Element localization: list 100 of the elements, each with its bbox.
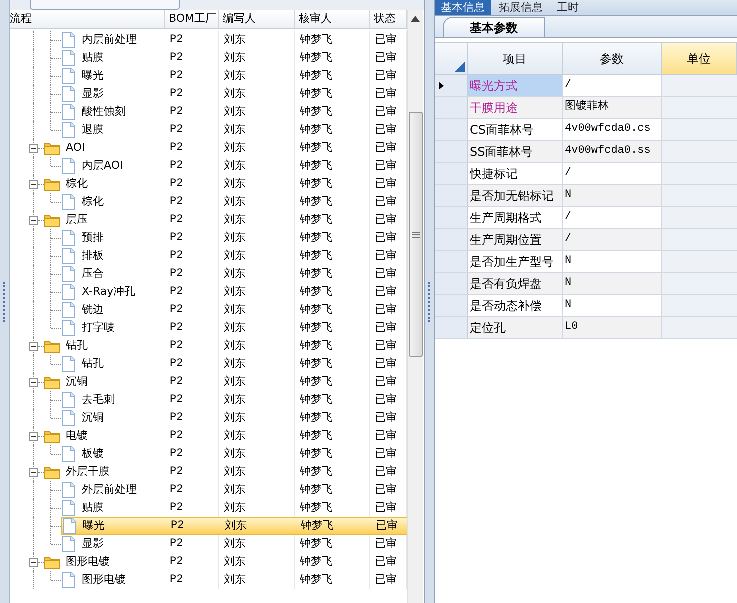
tree-row[interactable]: 压合 P2 刘东 钟梦飞 已审 — [61, 265, 407, 283]
writer-cell-text: 刘东 — [224, 230, 246, 246]
corner-icon[interactable] — [455, 62, 465, 72]
column-header[interactable]: 单位 — [662, 43, 737, 74]
group-label[interactable]: 外层干膜 — [66, 464, 110, 480]
tab[interactable]: 拓展信息 — [493, 0, 549, 15]
reviewer-cell-text: 钟梦飞 — [300, 86, 333, 102]
status-cell-text: 已审 — [375, 266, 397, 282]
top-tab[interactable] — [30, 0, 180, 10]
writer-cell-text: 刘东 — [224, 122, 246, 138]
column-header[interactable]: 编写人 — [219, 10, 295, 28]
status-cell-text: 已审 — [375, 230, 397, 246]
collapse-icon[interactable] — [29, 180, 38, 188]
tree-row[interactable]: X-Ray冲孔 P2 刘东 钟梦飞 已审 — [61, 283, 407, 301]
factory-cell-text: P2 — [170, 194, 184, 210]
status-cell-text: 已审 — [375, 302, 397, 318]
folder-icon — [44, 429, 60, 443]
status-cell-text: 已审 — [375, 374, 397, 390]
reviewer-cell-text: 钟梦飞 — [300, 500, 333, 516]
item-cell: SS面菲林号 — [468, 141, 563, 162]
column-header[interactable]: 核审人 — [295, 10, 370, 28]
reviewer-cell-text: 钟梦飞 — [300, 392, 333, 408]
reviewer-cell-text: 钟梦飞 — [300, 428, 333, 444]
reviewer-cell-text: 钟梦飞 — [300, 104, 333, 120]
group-label[interactable]: 钻孔 — [66, 338, 88, 354]
tree-row[interactable]: 打字唛 P2 刘东 钟梦飞 已审 — [61, 319, 407, 337]
scrollbar[interactable] — [407, 10, 423, 603]
column-header[interactable]: 流程 — [10, 10, 165, 28]
writer-cell-text: 刘东 — [224, 158, 246, 174]
tree-row[interactable]: 曝光 P2 刘东 钟梦飞 已审 — [61, 67, 407, 85]
reviewer-cell-text: 钟梦飞 — [300, 536, 333, 552]
collapse-icon[interactable] — [29, 558, 38, 566]
tree-row[interactable]: 酸性蚀刻 P2 刘东 钟梦飞 已审 — [61, 103, 407, 121]
status-cell-text: 已审 — [375, 482, 397, 498]
step-label: 图形电镀 — [82, 572, 126, 588]
tree-row[interactable]: 退膜 P2 刘东 钟梦飞 已审 — [61, 121, 407, 139]
item-cell: 是否加生产型号 — [468, 251, 563, 272]
writer-cell: 刘东 — [225, 518, 247, 534]
group-label[interactable]: AOI — [66, 140, 86, 156]
collapse-icon[interactable] — [29, 144, 38, 152]
step-label: 内层AOI — [82, 158, 124, 174]
row-header[interactable] — [435, 75, 468, 96]
step-label: 板镀 — [82, 446, 104, 462]
folder-icon — [44, 141, 60, 155]
tree-row[interactable]: 排板 P2 刘东 钟梦飞 已审 — [61, 247, 407, 265]
sub-tab[interactable]: 基本参数 — [443, 17, 545, 37]
writer-cell-text: 刘东 — [224, 284, 246, 300]
tree-row[interactable]: 去毛刺 P2 刘东 钟梦飞 已审 — [61, 391, 407, 409]
status-cell-text: 已审 — [375, 338, 397, 354]
writer-cell-text: 刘东 — [224, 572, 246, 588]
collapse-icon[interactable] — [29, 432, 38, 440]
tree-row[interactable]: 内层AOI P2 刘东 钟梦飞 已审 — [61, 157, 407, 175]
step-label: 内层前处理 — [82, 32, 137, 48]
splitter-handle[interactable] — [428, 282, 431, 322]
tree-row[interactable]: 预排 P2 刘东 钟梦飞 已审 — [61, 229, 407, 247]
collapse-icon[interactable] — [29, 468, 38, 476]
tree-row[interactable]: 显影 P2 刘东 钟梦飞 已审 — [61, 535, 407, 553]
factory-cell-text: P2 — [170, 554, 184, 570]
tab[interactable]: 基本信息 — [435, 0, 491, 15]
document-icon — [62, 410, 76, 426]
tree-row[interactable]: 钻孔 P2 刘东 钟梦飞 已审 — [61, 355, 407, 373]
collapse-icon[interactable] — [29, 378, 38, 386]
tree-row[interactable]: 曝光 P2 刘东 钟梦飞 已审 — [61, 517, 407, 535]
tree-row[interactable]: 内层前处理 P2 刘东 钟梦飞 已审 — [61, 31, 407, 49]
group-label[interactable]: 棕化 — [66, 176, 88, 192]
tree-row[interactable]: 外层前处理 P2 刘东 钟梦飞 已审 — [61, 481, 407, 499]
document-icon — [62, 68, 76, 84]
tree-row[interactable]: 板镀 P2 刘东 钟梦飞 已审 — [61, 445, 407, 463]
collapse-icon[interactable] — [29, 342, 38, 350]
reviewer-cell-text: 钟梦飞 — [300, 284, 333, 300]
group-label[interactable]: 电镀 — [66, 428, 88, 444]
tree-row[interactable]: 贴膜 P2 刘东 钟梦飞 已审 — [61, 49, 407, 67]
tree-row[interactable]: 棕化 P2 刘东 钟梦飞 已审 — [61, 193, 407, 211]
column-header[interactable]: BOM工厂 — [165, 10, 219, 28]
item-cell: 生产周期格式 — [468, 207, 563, 228]
group-label[interactable]: 沉铜 — [66, 374, 88, 390]
step-label: 棕化 — [82, 194, 104, 210]
group-label[interactable]: 图形电镀 — [66, 554, 110, 570]
tab[interactable]: 工时 — [551, 0, 585, 15]
folder-icon — [44, 555, 60, 569]
step-label: 退膜 — [82, 122, 104, 138]
tree-row[interactable]: 沉铜 P2 刘东 钟梦飞 已审 — [61, 409, 407, 427]
reviewer-cell-text: 钟梦飞 — [300, 194, 333, 210]
document-icon — [62, 32, 76, 48]
tree-row[interactable]: 铣边 P2 刘东 钟梦飞 已审 — [61, 301, 407, 319]
group-label[interactable]: 层压 — [66, 212, 88, 228]
scroll-thumb[interactable] — [408, 112, 422, 357]
document-icon — [62, 158, 76, 174]
reviewer-cell-text: 钟梦飞 — [300, 176, 333, 192]
factory-cell-text: P2 — [170, 302, 184, 318]
reviewer-cell-text: 钟梦飞 — [300, 572, 333, 588]
document-icon — [62, 572, 76, 588]
step-label: 铣边 — [82, 302, 104, 318]
writer-cell-text: 刘东 — [224, 140, 246, 156]
column-header[interactable]: 项目 — [468, 43, 563, 74]
collapse-icon[interactable] — [29, 216, 38, 224]
tree-row[interactable]: 显影 P2 刘东 钟梦飞 已审 — [61, 85, 407, 103]
scroll-up-icon[interactable] — [411, 16, 420, 22]
splitter-handle[interactable] — [3, 282, 6, 322]
tree-row[interactable]: 图形电镀 P2 刘东 钟梦飞 已审 — [61, 571, 407, 589]
